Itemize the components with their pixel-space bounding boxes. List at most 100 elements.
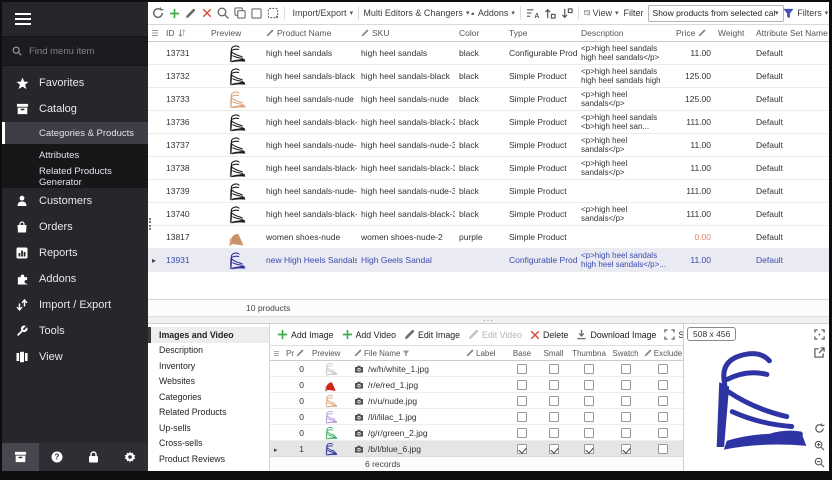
zoom-in-icon[interactable] bbox=[812, 438, 826, 452]
settings-icon[interactable] bbox=[112, 443, 149, 471]
tab-up-sells[interactable]: Up-sells bbox=[148, 420, 269, 436]
add-image-button[interactable]: Add Image bbox=[273, 326, 338, 344]
image-row[interactable]: 0/g/r/green_2.jpg bbox=[270, 425, 683, 441]
store-icon[interactable] bbox=[2, 443, 39, 471]
edit-button[interactable] bbox=[183, 4, 198, 23]
thumbnail-checkbox[interactable] bbox=[584, 380, 594, 390]
small-checkbox[interactable] bbox=[549, 396, 559, 406]
column-header-id[interactable]: ID bbox=[162, 28, 207, 38]
exclude-checkbox[interactable] bbox=[658, 412, 668, 422]
help-icon[interactable]: ? bbox=[39, 443, 76, 471]
multi-editors-dropdown[interactable]: Multi Editors & Changers▾ bbox=[362, 4, 469, 23]
image-row[interactable]: 0/l/i/lilac_1.jpg bbox=[270, 409, 683, 425]
zoom-out-icon[interactable] bbox=[812, 455, 826, 469]
sidebar-item-addons[interactable]: Addons bbox=[2, 266, 148, 292]
menu-search-input[interactable] bbox=[29, 46, 129, 57]
column-header-price[interactable]: Price bbox=[672, 28, 714, 38]
column-header-thumbna[interactable]: Thumbna bbox=[570, 349, 608, 358]
column-header-preview[interactable]: Preview bbox=[308, 349, 350, 358]
thumbnail-checkbox[interactable] bbox=[584, 396, 594, 406]
column-header-small[interactable]: Small bbox=[537, 349, 570, 358]
table-row[interactable]: 13739high heel sandals-nude-37high heel … bbox=[148, 180, 829, 203]
column-header-exclude[interactable]: Exclude bbox=[643, 349, 683, 358]
paste-button[interactable] bbox=[265, 4, 281, 23]
sidebar-item-orders[interactable]: Orders bbox=[2, 214, 148, 240]
exclude-checkbox[interactable] bbox=[658, 380, 668, 390]
view-dropdown[interactable]: View▾ bbox=[582, 4, 621, 23]
fullscreen-icon[interactable] bbox=[812, 327, 826, 341]
table-row[interactable]: 13733high heel sandals-nudehigh heel san… bbox=[148, 88, 829, 111]
filters-dropdown[interactable]: Filters▾ bbox=[785, 4, 827, 23]
thumbnail-checkbox[interactable] bbox=[584, 444, 594, 454]
open-external-icon[interactable] bbox=[812, 345, 826, 359]
table-row[interactable]: 13737high heel sandals-nude-36high heel … bbox=[148, 134, 829, 157]
table-row[interactable]: 13731high heel sandalshigh heel sandalsb… bbox=[148, 42, 829, 65]
image-row[interactable]: 1/b/l/blue_6.jpg bbox=[270, 441, 683, 456]
rotate-icon[interactable] bbox=[812, 421, 826, 435]
image-row[interactable]: 0/n/u/nude.jpg bbox=[270, 393, 683, 409]
swatch-checkbox[interactable] bbox=[621, 364, 631, 374]
small-checkbox[interactable] bbox=[549, 364, 559, 374]
column-header-base[interactable]: Base bbox=[507, 349, 537, 358]
swatch-checkbox[interactable] bbox=[621, 412, 631, 422]
import-export-dropdown[interactable]: Import/Export▾ bbox=[288, 4, 355, 23]
exclude-checkbox[interactable] bbox=[658, 364, 668, 374]
column-header-weight[interactable]: Weight bbox=[714, 28, 752, 38]
table-row[interactable]: 13736high heel sandals-black-36high heel… bbox=[148, 111, 829, 134]
sidebar-subitem-categories-products[interactable]: Categories & Products bbox=[2, 122, 148, 144]
tab-images-and-video[interactable]: Images and Video bbox=[148, 327, 269, 343]
table-row[interactable]: 13931new High Heels SandalsHigh Geels Sa… bbox=[148, 249, 829, 272]
sidebar-item-import-export[interactable]: Import / Export bbox=[2, 292, 148, 318]
base-checkbox[interactable] bbox=[517, 412, 527, 422]
column-header-description[interactable]: Description bbox=[577, 28, 672, 38]
small-checkbox[interactable] bbox=[549, 380, 559, 390]
exclude-checkbox[interactable] bbox=[658, 428, 668, 438]
edit-image-button[interactable]: Edit Image bbox=[400, 326, 464, 344]
image-row[interactable]: 0/w/h/white_1.jpg bbox=[270, 361, 683, 377]
panel-splitter-grip[interactable] bbox=[148, 217, 154, 231]
sidebar-item-view[interactable]: View bbox=[2, 344, 148, 370]
tab-cross-sells[interactable]: Cross-sells bbox=[148, 436, 269, 452]
add-video-button[interactable]: Add Video bbox=[338, 326, 400, 344]
refresh-button[interactable] bbox=[150, 4, 166, 23]
column-header-label[interactable]: Label bbox=[462, 349, 507, 358]
swatch-checkbox[interactable] bbox=[621, 380, 631, 390]
lock-icon[interactable] bbox=[75, 443, 112, 471]
base-checkbox[interactable] bbox=[517, 444, 527, 454]
sort-az-button[interactable]: A bbox=[524, 4, 541, 23]
table-row[interactable]: 13740high heel sandals-black-38high heel… bbox=[148, 203, 829, 226]
base-checkbox[interactable] bbox=[517, 364, 527, 374]
column-header-sku[interactable]: SKU bbox=[357, 28, 455, 38]
swatch-checkbox[interactable] bbox=[621, 428, 631, 438]
small-checkbox[interactable] bbox=[549, 412, 559, 422]
filter-category-select[interactable]: Show products from selected categories ▾ bbox=[648, 5, 784, 22]
download-image-button[interactable]: Download Image bbox=[572, 326, 660, 344]
tab-categories[interactable]: Categories bbox=[148, 389, 269, 405]
move-up-button[interactable] bbox=[542, 4, 558, 23]
search-button[interactable] bbox=[215, 4, 231, 23]
thumbnail-checkbox[interactable] bbox=[584, 412, 594, 422]
set-resize-rule-button[interactable]: Set Resize Rule bbox=[660, 326, 683, 344]
swatch-checkbox[interactable] bbox=[621, 444, 631, 454]
column-header-swatch[interactable]: Swatch bbox=[608, 349, 643, 358]
table-row[interactable]: 13732high heel sandals-blackhigh heel sa… bbox=[148, 65, 829, 88]
delete-button[interactable]: Delete bbox=[526, 326, 572, 344]
tab-product-reviews[interactable]: Product Reviews bbox=[148, 451, 269, 467]
tab-related-products[interactable]: Related Products bbox=[148, 405, 269, 421]
base-checkbox[interactable] bbox=[517, 380, 527, 390]
small-checkbox[interactable] bbox=[549, 428, 559, 438]
column-header-color[interactable]: Color bbox=[455, 28, 505, 38]
sidebar-item-customers[interactable]: Customers bbox=[2, 188, 148, 214]
column-header-type[interactable]: Type bbox=[505, 28, 577, 38]
sidebar-item-tools[interactable]: Tools bbox=[2, 318, 148, 344]
column-header-product-name[interactable]: Product Name bbox=[262, 28, 357, 38]
tab-description[interactable]: Description bbox=[148, 343, 269, 359]
copy-button[interactable] bbox=[232, 4, 248, 23]
addons-dropdown[interactable]: Addons▾ bbox=[469, 4, 517, 23]
swatch-checkbox[interactable] bbox=[621, 396, 631, 406]
add-button[interactable] bbox=[167, 4, 182, 23]
move-down-button[interactable] bbox=[559, 4, 575, 23]
sidebar-subitem-related-products-generator[interactable]: Related Products Generator bbox=[2, 166, 148, 188]
image-row[interactable]: 0/r/e/red_1.jpg bbox=[270, 377, 683, 393]
base-checkbox[interactable] bbox=[517, 396, 527, 406]
